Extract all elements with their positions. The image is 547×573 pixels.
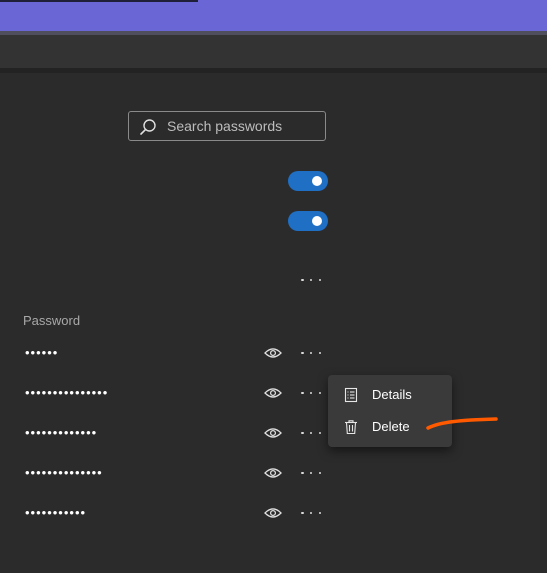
toggle-knob bbox=[312, 216, 322, 226]
passwords-panel bbox=[0, 73, 547, 573]
search-box[interactable] bbox=[128, 111, 326, 141]
password-row: ••••••••••••••• bbox=[0, 383, 547, 403]
annotation-underline-stroke bbox=[426, 417, 498, 430]
tab-strip bbox=[0, 35, 547, 68]
row-more-options-button[interactable] bbox=[301, 346, 321, 360]
row-more-options-button[interactable] bbox=[301, 466, 321, 480]
password-row: •••••• bbox=[0, 343, 547, 363]
masked-password: •••••••••••••• bbox=[25, 465, 103, 480]
show-password-eye-icon[interactable] bbox=[264, 466, 282, 480]
column-header-password: Password bbox=[23, 313, 81, 328]
title-bar-underline bbox=[0, 0, 198, 2]
masked-password: •••••• bbox=[25, 345, 59, 360]
masked-password: ••••••••••• bbox=[25, 505, 87, 520]
section-more-options-button[interactable] bbox=[301, 273, 321, 287]
menu-item-details[interactable]: Details bbox=[328, 381, 452, 409]
details-list-icon bbox=[344, 387, 358, 403]
search-input[interactable] bbox=[167, 117, 317, 135]
show-password-eye-icon[interactable] bbox=[264, 346, 282, 360]
password-row: •••••••••••••• bbox=[0, 463, 547, 483]
toggle-knob bbox=[312, 176, 322, 186]
toggle-switch-2[interactable] bbox=[288, 211, 328, 231]
row-more-options-button[interactable] bbox=[301, 506, 321, 520]
row-context-menu: Details Delete bbox=[328, 375, 452, 447]
show-password-eye-icon[interactable] bbox=[264, 506, 282, 520]
menu-item-label: Delete bbox=[372, 419, 410, 434]
toggle-switch-1[interactable] bbox=[288, 171, 328, 191]
search-icon bbox=[140, 119, 156, 135]
password-row: ••••••••••• bbox=[0, 503, 547, 523]
trash-icon bbox=[345, 420, 357, 435]
row-more-options-button[interactable] bbox=[301, 386, 321, 400]
show-password-eye-icon[interactable] bbox=[264, 426, 282, 440]
row-more-options-button[interactable] bbox=[301, 426, 321, 440]
masked-password: ••••••••••••• bbox=[25, 425, 98, 440]
app-title-bar bbox=[0, 0, 547, 32]
show-password-eye-icon[interactable] bbox=[264, 386, 282, 400]
masked-password: ••••••••••••••• bbox=[25, 385, 109, 400]
menu-item-label: Details bbox=[372, 387, 412, 402]
